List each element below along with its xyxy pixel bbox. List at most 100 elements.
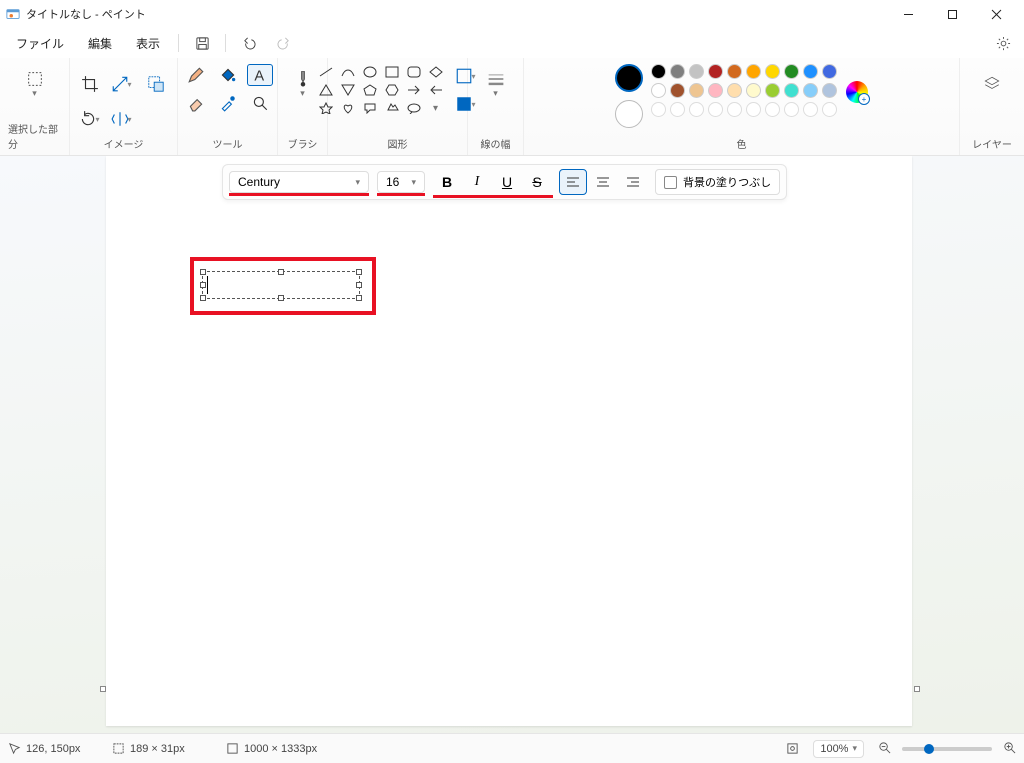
zoom-slider[interactable] bbox=[902, 747, 992, 751]
workspace bbox=[0, 156, 1024, 733]
menu-bar: ファイル 編集 表示 bbox=[0, 28, 1024, 58]
color-swatch[interactable] bbox=[784, 83, 799, 98]
color-swatch[interactable] bbox=[765, 64, 780, 79]
undo-button[interactable] bbox=[234, 28, 264, 58]
text-cursor bbox=[207, 276, 208, 294]
align-center-button[interactable] bbox=[589, 169, 617, 195]
zoom-value: 100% bbox=[820, 743, 848, 755]
underline-button[interactable]: U bbox=[493, 169, 521, 195]
close-button[interactable] bbox=[974, 0, 1018, 28]
color-swatch-empty[interactable] bbox=[765, 102, 780, 117]
window-title: タイトルなし - ペイント bbox=[26, 6, 886, 22]
align-left-button[interactable] bbox=[559, 169, 587, 195]
color-swatch[interactable] bbox=[803, 83, 818, 98]
text-tool[interactable]: A bbox=[247, 64, 273, 86]
settings-button[interactable] bbox=[988, 28, 1018, 58]
resize-tool[interactable]: ▾ bbox=[109, 73, 135, 95]
color-swatch[interactable] bbox=[651, 83, 666, 98]
italic-button[interactable]: I bbox=[463, 169, 491, 195]
zoom-out-button[interactable] bbox=[878, 741, 891, 757]
minimize-button[interactable] bbox=[886, 0, 930, 28]
color-swatch[interactable] bbox=[822, 83, 837, 98]
save-button[interactable] bbox=[187, 28, 217, 58]
stroke-width[interactable]: ▾ bbox=[478, 64, 514, 104]
cursor-icon bbox=[8, 742, 21, 755]
shape-outline[interactable]: ▾ bbox=[453, 65, 479, 87]
color-swatch[interactable] bbox=[708, 64, 723, 79]
menu-edit[interactable]: 編集 bbox=[78, 31, 122, 56]
font-size-value: 16 bbox=[386, 175, 399, 189]
color-swatch-empty[interactable] bbox=[822, 102, 837, 117]
color-primary[interactable] bbox=[615, 64, 643, 92]
select-tool[interactable]: ▾ bbox=[17, 64, 53, 104]
bold-button[interactable]: B bbox=[433, 169, 461, 195]
color-swatch[interactable] bbox=[689, 64, 704, 79]
redo-button[interactable] bbox=[268, 28, 298, 58]
fill-background-checkbox[interactable]: 背景の塗りつぶし bbox=[655, 169, 780, 195]
color-swatch[interactable] bbox=[670, 64, 685, 79]
image-select-tool[interactable] bbox=[141, 64, 171, 104]
color-swatch[interactable] bbox=[746, 64, 761, 79]
color-swatch[interactable] bbox=[727, 64, 742, 79]
color-swatch[interactable] bbox=[822, 64, 837, 79]
shapes-gallery[interactable]: ▾ bbox=[317, 64, 445, 116]
brush-tool[interactable]: ▾ bbox=[287, 64, 319, 104]
color-swatch[interactable] bbox=[765, 83, 780, 98]
canvas-handle-left[interactable] bbox=[100, 686, 106, 692]
ribbon-label-select: 選択した部分 bbox=[8, 121, 61, 151]
color-swatch-empty[interactable] bbox=[670, 102, 685, 117]
status-bar: 126, 150px 189 × 31px 1000 × 1333px 100%… bbox=[0, 733, 1024, 763]
separator bbox=[178, 34, 179, 52]
canvas-size-icon bbox=[226, 742, 239, 755]
shape-fill[interactable]: ▾ bbox=[453, 93, 479, 115]
rotate-tool[interactable]: ▾ bbox=[77, 108, 103, 130]
color-secondary[interactable] bbox=[615, 100, 643, 128]
color-swatch-empty[interactable] bbox=[746, 102, 761, 117]
color-swatch[interactable] bbox=[746, 83, 761, 98]
color-swatch[interactable] bbox=[651, 64, 666, 79]
chevron-down-icon: ▾ bbox=[411, 177, 416, 188]
color-swatch-empty[interactable] bbox=[708, 102, 723, 117]
ribbon-label-layers: レイヤー bbox=[972, 136, 1012, 151]
canvas[interactable] bbox=[106, 156, 912, 726]
maximize-button[interactable] bbox=[930, 0, 974, 28]
text-box[interactable] bbox=[202, 271, 360, 299]
font-family-select[interactable]: Century ▾ bbox=[229, 171, 369, 193]
eraser-tool[interactable] bbox=[183, 92, 209, 114]
menu-file[interactable]: ファイル bbox=[6, 31, 74, 56]
ribbon-label-stroke: 線の幅 bbox=[481, 136, 511, 151]
color-swatch[interactable] bbox=[689, 83, 704, 98]
align-right-button[interactable] bbox=[619, 169, 647, 195]
separator bbox=[225, 34, 226, 52]
canvas-handle-right[interactable] bbox=[914, 686, 920, 692]
color-swatch[interactable] bbox=[784, 64, 799, 79]
color-picker-tool[interactable] bbox=[215, 92, 241, 114]
strikethrough-button[interactable]: S bbox=[523, 169, 551, 195]
status-canvas-size: 1000 × 1333px bbox=[226, 742, 317, 755]
color-swatch-empty[interactable] bbox=[651, 102, 666, 117]
zoom-select[interactable]: 100% ▾ bbox=[813, 740, 864, 758]
color-swatch[interactable] bbox=[708, 83, 723, 98]
color-swatch[interactable] bbox=[727, 83, 742, 98]
title-bar: タイトルなし - ペイント bbox=[0, 0, 1024, 28]
checkbox-icon bbox=[664, 176, 677, 189]
svg-text:A: A bbox=[254, 69, 264, 84]
color-swatch-empty[interactable] bbox=[784, 102, 799, 117]
flip-tool[interactable]: ▾ bbox=[109, 108, 135, 130]
magnifier-tool[interactable] bbox=[247, 92, 273, 114]
menu-view[interactable]: 表示 bbox=[126, 31, 170, 56]
color-swatch[interactable] bbox=[670, 83, 685, 98]
color-swatch-empty[interactable] bbox=[689, 102, 704, 117]
color-swatch-empty[interactable] bbox=[727, 102, 742, 117]
fill-tool[interactable] bbox=[215, 64, 241, 86]
edit-colors-button[interactable] bbox=[846, 81, 868, 103]
crop-tool[interactable] bbox=[77, 73, 103, 95]
layers-button[interactable] bbox=[974, 64, 1010, 104]
fit-screen-button[interactable] bbox=[786, 742, 799, 755]
color-swatch-empty[interactable] bbox=[803, 102, 818, 117]
pencil-tool[interactable] bbox=[183, 64, 209, 86]
font-size-select[interactable]: 16 ▾ bbox=[377, 171, 425, 193]
color-swatch[interactable] bbox=[803, 64, 818, 79]
zoom-in-button[interactable] bbox=[1003, 741, 1016, 757]
ribbon: ▾ 選択した部分 ▾ ▾ ▾ イメージ A bbox=[0, 58, 1024, 156]
